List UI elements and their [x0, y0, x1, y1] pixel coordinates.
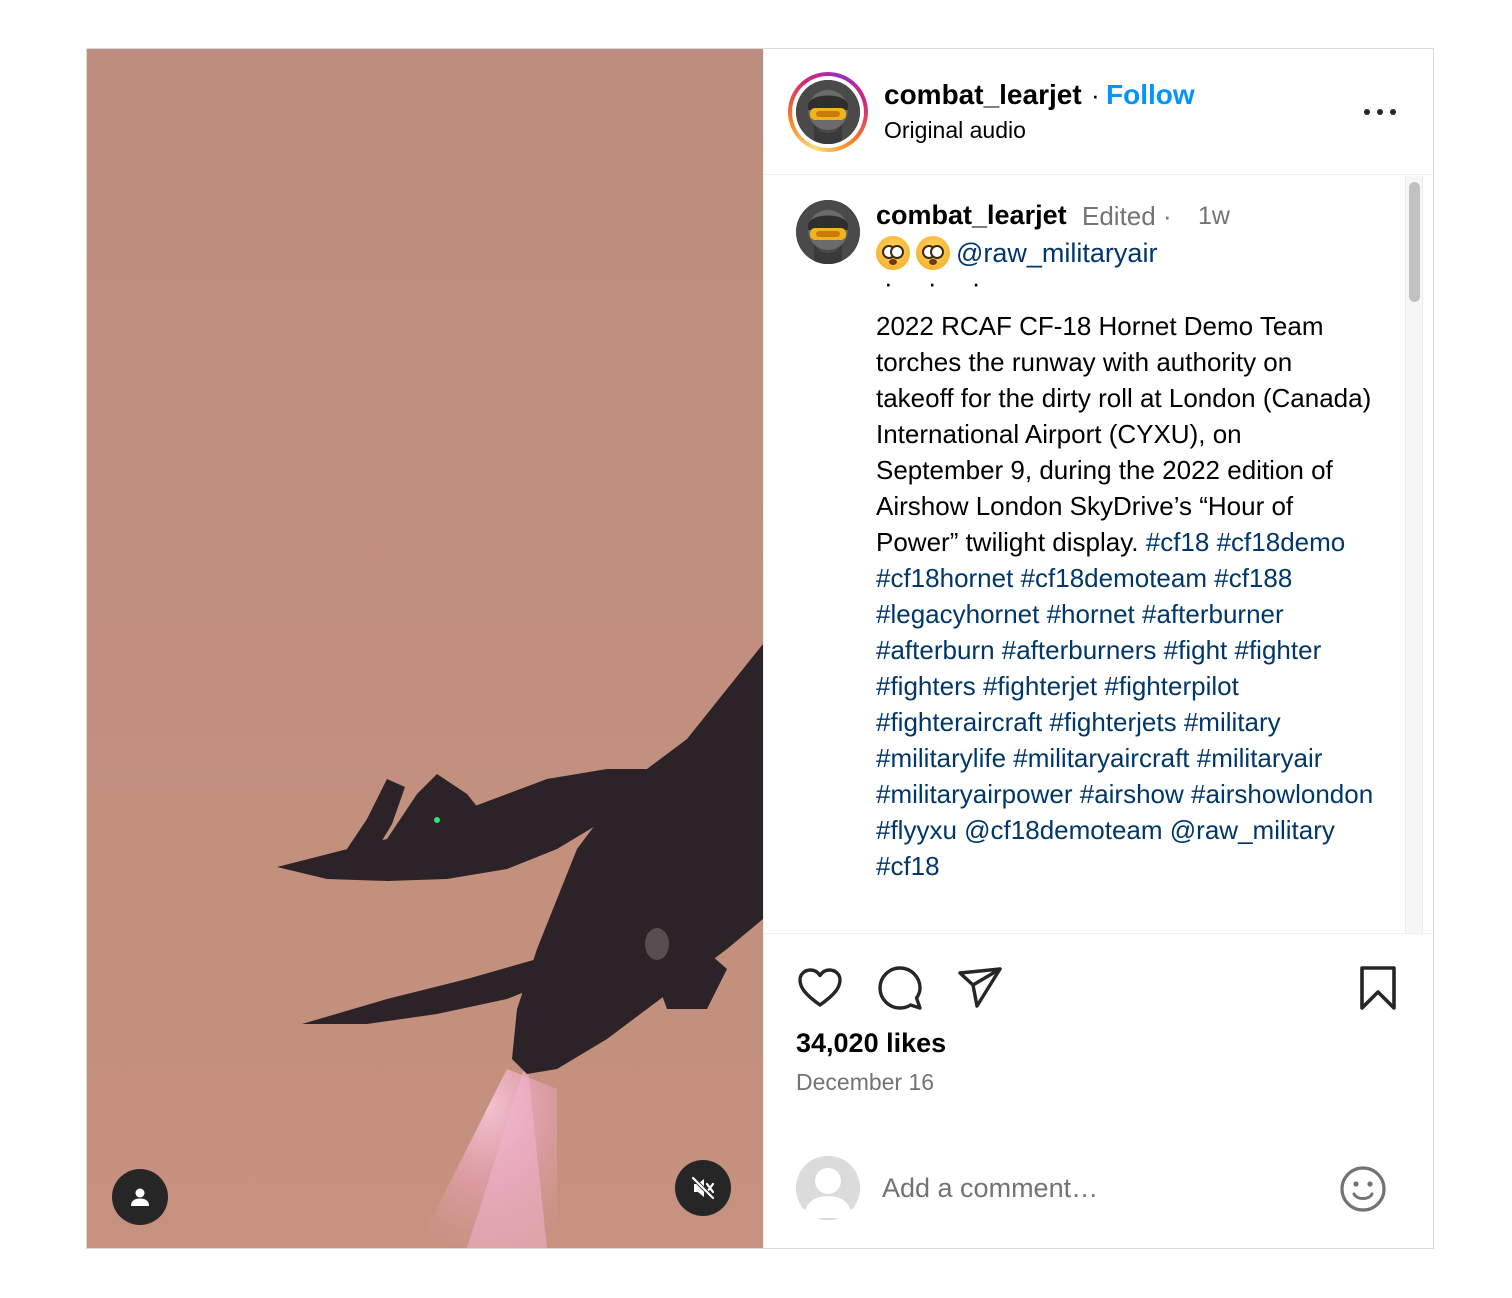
hashtag-link[interactable]: #afterburner — [1142, 599, 1284, 629]
caption-dots: · · · — [884, 268, 995, 298]
audio-label[interactable]: Original audio — [884, 117, 1026, 144]
hashtag-link[interactable]: #airshowlondon — [1191, 779, 1373, 809]
hashtag-link[interactable]: #cf18 — [1146, 527, 1210, 557]
caption-text: 2022 RCAF CF-18 Hornet Demo Team torches… — [876, 308, 1376, 884]
mention-link[interactable]: @raw_militaryair — [956, 238, 1157, 269]
caption-author-username[interactable]: combat_learjet — [876, 200, 1067, 231]
smiley-icon — [1340, 1166, 1386, 1212]
post-time-ago[interactable]: 1w — [1198, 202, 1230, 231]
hashtag-link[interactable]: #fighterjet — [983, 671, 1097, 701]
hashtag-link[interactable]: #fighter — [1235, 635, 1322, 665]
tagged-users-button[interactable] — [112, 1169, 168, 1225]
hashtag-link[interactable]: #cf18hornet — [876, 563, 1013, 593]
share-button[interactable] — [954, 962, 1006, 1014]
hashtag-link[interactable]: #cf18demoteam — [1021, 563, 1207, 593]
edited-label: Edited · — [1082, 201, 1172, 231]
hashtag-link[interactable]: #cf18demo — [1217, 527, 1346, 557]
hashtag-link[interactable]: #militaryairpower — [876, 779, 1073, 809]
heart-icon — [798, 968, 842, 1007]
separator-dot: · — [1091, 80, 1100, 110]
hashtag-link[interactable]: #militaryaircraft — [1013, 743, 1189, 773]
add-comment-section — [764, 1144, 1433, 1248]
comment-input[interactable] — [882, 1166, 1322, 1210]
caption-scroll-area[interactable]: combat_learjet Edited · 1w @raw_military… — [764, 176, 1433, 933]
flushed-face-icon — [916, 236, 950, 270]
paper-plane-icon — [958, 967, 1002, 1008]
video-player[interactable] — [87, 49, 763, 1248]
hashtag-link[interactable]: #militaryair — [1197, 743, 1323, 773]
bookmark-icon — [1360, 966, 1396, 1010]
save-button[interactable] — [1352, 962, 1404, 1014]
post-details-panel: combat_learjet · Follow Original audio c… — [763, 49, 1433, 1248]
hashtag-link[interactable]: @raw_military — [1170, 815, 1335, 845]
audio-toggle-button[interactable] — [675, 1160, 731, 1216]
hashtag-link[interactable]: #afterburn — [876, 635, 995, 665]
scrollbar[interactable] — [1405, 176, 1423, 933]
profile-avatar-story-ring[interactable] — [788, 72, 868, 152]
fighter-jet-video-frame — [87, 49, 763, 1248]
hashtag-link[interactable]: #militarylife — [876, 743, 1006, 773]
hashtag-link[interactable]: #flyyxu — [876, 815, 957, 845]
follow-button[interactable]: Follow — [1106, 79, 1195, 111]
likes-count[interactable]: 34,020 likes — [796, 1028, 946, 1059]
hashtag-link[interactable]: #cf18 — [876, 851, 940, 881]
post-date: December 16 — [796, 1069, 935, 1095]
hashtag-link[interactable]: #cf188 — [1214, 563, 1292, 593]
hashtag-link[interactable]: @cf18demoteam — [964, 815, 1162, 845]
hashtag-link[interactable]: #legacyhornet — [876, 599, 1039, 629]
post-card: combat_learjet · Follow Original audio c… — [86, 48, 1434, 1249]
more-dot-icon — [1364, 109, 1370, 115]
more-dot-icon — [1390, 109, 1396, 115]
hashtag-link[interactable]: #fighterjets — [1049, 707, 1176, 737]
avatar — [796, 80, 860, 144]
emoji-picker-button[interactable] — [1338, 1164, 1388, 1214]
more-dot-icon — [1377, 109, 1383, 115]
person-icon — [131, 1188, 149, 1206]
hashtag-link[interactable]: #fighteraircraft — [876, 707, 1042, 737]
hashtag-link[interactable]: #hornet — [1047, 599, 1135, 629]
scrollbar-thumb[interactable] — [1409, 182, 1420, 302]
flushed-face-icon — [876, 236, 910, 270]
like-button[interactable] — [794, 962, 846, 1014]
speech-bubble-icon — [878, 966, 922, 1010]
current-user-avatar — [796, 1156, 860, 1220]
caption-first-line: @raw_militaryair — [876, 236, 1157, 270]
comment-button[interactable] — [874, 962, 926, 1014]
hashtag-link[interactable]: #airshow — [1080, 779, 1184, 809]
speaker-muted-icon — [691, 1176, 715, 1200]
post-header: combat_learjet · Follow Original audio — [764, 49, 1433, 175]
more-options-button[interactable] — [1360, 97, 1400, 127]
hashtag-link[interactable]: #afterburners — [1002, 635, 1157, 665]
hashtag-link[interactable]: #fighterpilot — [1104, 671, 1238, 701]
caption-author-avatar[interactable] — [796, 200, 860, 264]
post-author-username[interactable]: combat_learjet — [884, 79, 1082, 111]
hashtag-link[interactable]: #fight — [1164, 635, 1228, 665]
post-actions-section: 34,020 likes December 16 — [764, 933, 1433, 1248]
caption-body: 2022 RCAF CF-18 Hornet Demo Team torches… — [876, 311, 1372, 557]
hashtag-link[interactable]: #fighters — [876, 671, 976, 701]
hashtag-link[interactable]: #military — [1184, 707, 1281, 737]
hashtag-list: #cf18 #cf18demo #cf18hornet #cf18demotea… — [876, 527, 1373, 881]
